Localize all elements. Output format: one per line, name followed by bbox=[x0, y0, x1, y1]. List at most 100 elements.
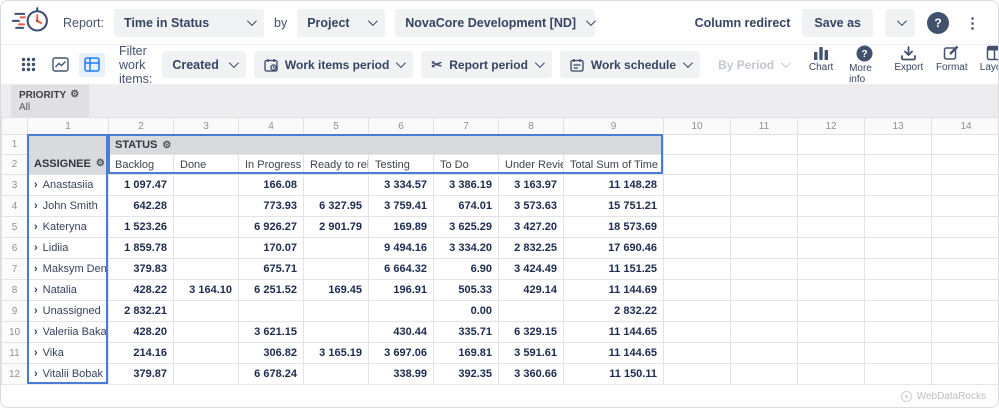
report-select[interactable]: Time in Status bbox=[114, 9, 264, 37]
empty-cell[interactable] bbox=[798, 217, 865, 238]
assignee-row-label[interactable]: ›Vitalii Bobak bbox=[28, 364, 109, 385]
value-cell[interactable]: 18 573.69 bbox=[564, 217, 664, 238]
empty-cell[interactable] bbox=[865, 135, 932, 155]
empty-value-cell[interactable] bbox=[304, 301, 369, 322]
value-cell[interactable]: 642.28 bbox=[109, 196, 174, 217]
empty-cell[interactable] bbox=[932, 196, 999, 217]
expand-chevron-icon[interactable]: › bbox=[34, 326, 38, 338]
expand-chevron-icon[interactable]: › bbox=[34, 242, 38, 254]
empty-cell[interactable] bbox=[798, 322, 865, 343]
expand-chevron-icon[interactable]: › bbox=[34, 284, 38, 296]
status-column-header[interactable]: Ready to release bbox=[304, 155, 369, 175]
empty-cell[interactable] bbox=[932, 301, 999, 322]
empty-value-cell[interactable] bbox=[174, 322, 239, 343]
empty-cell[interactable] bbox=[664, 322, 731, 343]
value-cell[interactable]: 6 678.24 bbox=[239, 364, 304, 385]
value-cell[interactable]: 1 097.47 bbox=[109, 175, 174, 196]
value-cell[interactable]: 6 329.15 bbox=[499, 322, 564, 343]
empty-cell[interactable] bbox=[731, 238, 798, 259]
empty-cell[interactable] bbox=[798, 196, 865, 217]
status-column-header[interactable]: Under Review bbox=[499, 155, 564, 175]
chart-view-icon[interactable] bbox=[47, 53, 73, 77]
empty-cell[interactable] bbox=[865, 217, 932, 238]
expand-chevron-icon[interactable]: › bbox=[34, 221, 38, 233]
value-cell[interactable]: 170.07 bbox=[239, 238, 304, 259]
value-cell[interactable]: 3 591.61 bbox=[499, 343, 564, 364]
value-cell[interactable]: 9 494.16 bbox=[369, 238, 434, 259]
value-cell[interactable]: 674.01 bbox=[434, 196, 499, 217]
value-cell[interactable]: 3 621.15 bbox=[239, 322, 304, 343]
empty-cell[interactable] bbox=[865, 155, 932, 175]
empty-value-cell[interactable] bbox=[174, 259, 239, 280]
expand-chevron-icon[interactable]: › bbox=[34, 263, 38, 275]
save-as-button[interactable]: Save as bbox=[802, 9, 873, 37]
value-cell[interactable]: 3 360.66 bbox=[499, 364, 564, 385]
empty-cell[interactable] bbox=[798, 135, 865, 155]
empty-cell[interactable] bbox=[731, 155, 798, 175]
assignee-row-label[interactable]: ›Lidiia bbox=[28, 238, 109, 259]
value-cell[interactable]: 11 150.11 bbox=[564, 364, 664, 385]
expand-chevron-icon[interactable]: › bbox=[34, 368, 38, 380]
save-as-dropdown-button[interactable] bbox=[885, 9, 915, 37]
value-cell[interactable]: 169.81 bbox=[434, 343, 499, 364]
value-cell[interactable]: 3 697.06 bbox=[369, 343, 434, 364]
value-cell[interactable]: 379.83 bbox=[109, 259, 174, 280]
value-cell[interactable]: 11 148.28 bbox=[564, 175, 664, 196]
empty-cell[interactable] bbox=[932, 322, 999, 343]
empty-cell[interactable] bbox=[865, 280, 932, 301]
value-cell[interactable]: 3 573.63 bbox=[499, 196, 564, 217]
work-schedule-button[interactable]: Work schedule bbox=[560, 51, 700, 78]
value-cell[interactable]: 505.33 bbox=[434, 280, 499, 301]
empty-cell[interactable] bbox=[865, 238, 932, 259]
value-cell[interactable]: 196.91 bbox=[369, 280, 434, 301]
grid-view-icon[interactable] bbox=[15, 53, 41, 77]
value-cell[interactable]: 675.71 bbox=[239, 259, 304, 280]
empty-cell[interactable] bbox=[731, 280, 798, 301]
pivot-table-view-icon[interactable] bbox=[79, 53, 105, 77]
empty-cell[interactable] bbox=[731, 175, 798, 196]
toolbar-action-chart[interactable]: Chart bbox=[806, 45, 836, 73]
empty-cell[interactable] bbox=[664, 217, 731, 238]
empty-cell[interactable] bbox=[731, 322, 798, 343]
empty-cell[interactable] bbox=[932, 238, 999, 259]
empty-value-cell[interactable] bbox=[174, 364, 239, 385]
assignee-row-label[interactable]: ›Unassigned bbox=[28, 301, 109, 322]
value-cell[interactable]: 6 664.32 bbox=[369, 259, 434, 280]
empty-value-cell[interactable] bbox=[174, 343, 239, 364]
status-column-header[interactable]: In Progress bbox=[239, 155, 304, 175]
value-cell[interactable]: 430.44 bbox=[369, 322, 434, 343]
value-cell[interactable]: 11 151.25 bbox=[564, 259, 664, 280]
value-cell[interactable]: 2 832.22 bbox=[564, 301, 664, 322]
empty-cell[interactable] bbox=[865, 175, 932, 196]
value-cell[interactable]: 6 327.95 bbox=[304, 196, 369, 217]
value-cell[interactable]: 3 165.19 bbox=[304, 343, 369, 364]
value-cell[interactable]: 3 625.29 bbox=[434, 217, 499, 238]
empty-value-cell[interactable] bbox=[304, 259, 369, 280]
expand-chevron-icon[interactable]: › bbox=[34, 179, 38, 191]
expand-chevron-icon[interactable]: › bbox=[34, 200, 38, 212]
assignee-row-label[interactable]: ›Anastasiia bbox=[28, 175, 109, 196]
empty-value-cell[interactable] bbox=[174, 217, 239, 238]
toolbar-action-layout[interactable]: Layout bbox=[980, 45, 999, 73]
assignee-row-label[interactable]: ›Maksym Denys bbox=[28, 259, 109, 280]
value-cell[interactable]: 15 751.21 bbox=[564, 196, 664, 217]
filter-work-items-select[interactable]: Created bbox=[162, 51, 246, 78]
assignee-row-label[interactable]: ›Valeriia Bakalina bbox=[28, 322, 109, 343]
expand-chevron-icon[interactable]: › bbox=[34, 347, 38, 359]
value-cell[interactable]: 1 523.26 bbox=[109, 217, 174, 238]
value-cell[interactable]: 2 832.21 bbox=[109, 301, 174, 322]
value-cell[interactable]: 3 163.97 bbox=[499, 175, 564, 196]
empty-cell[interactable] bbox=[798, 259, 865, 280]
value-cell[interactable]: 6 926.27 bbox=[239, 217, 304, 238]
empty-cell[interactable] bbox=[664, 364, 731, 385]
empty-cell[interactable] bbox=[664, 175, 731, 196]
value-cell[interactable]: 3 334.57 bbox=[369, 175, 434, 196]
empty-cell[interactable] bbox=[932, 364, 999, 385]
toolbar-action-export[interactable]: Export bbox=[894, 45, 924, 73]
value-cell[interactable]: 3 386.19 bbox=[434, 175, 499, 196]
status-dimension-cell[interactable]: STATUS⚙ bbox=[109, 135, 664, 155]
empty-cell[interactable] bbox=[731, 217, 798, 238]
value-cell[interactable]: 2 901.79 bbox=[304, 217, 369, 238]
empty-cell[interactable] bbox=[798, 155, 865, 175]
value-cell[interactable]: 17 690.46 bbox=[564, 238, 664, 259]
